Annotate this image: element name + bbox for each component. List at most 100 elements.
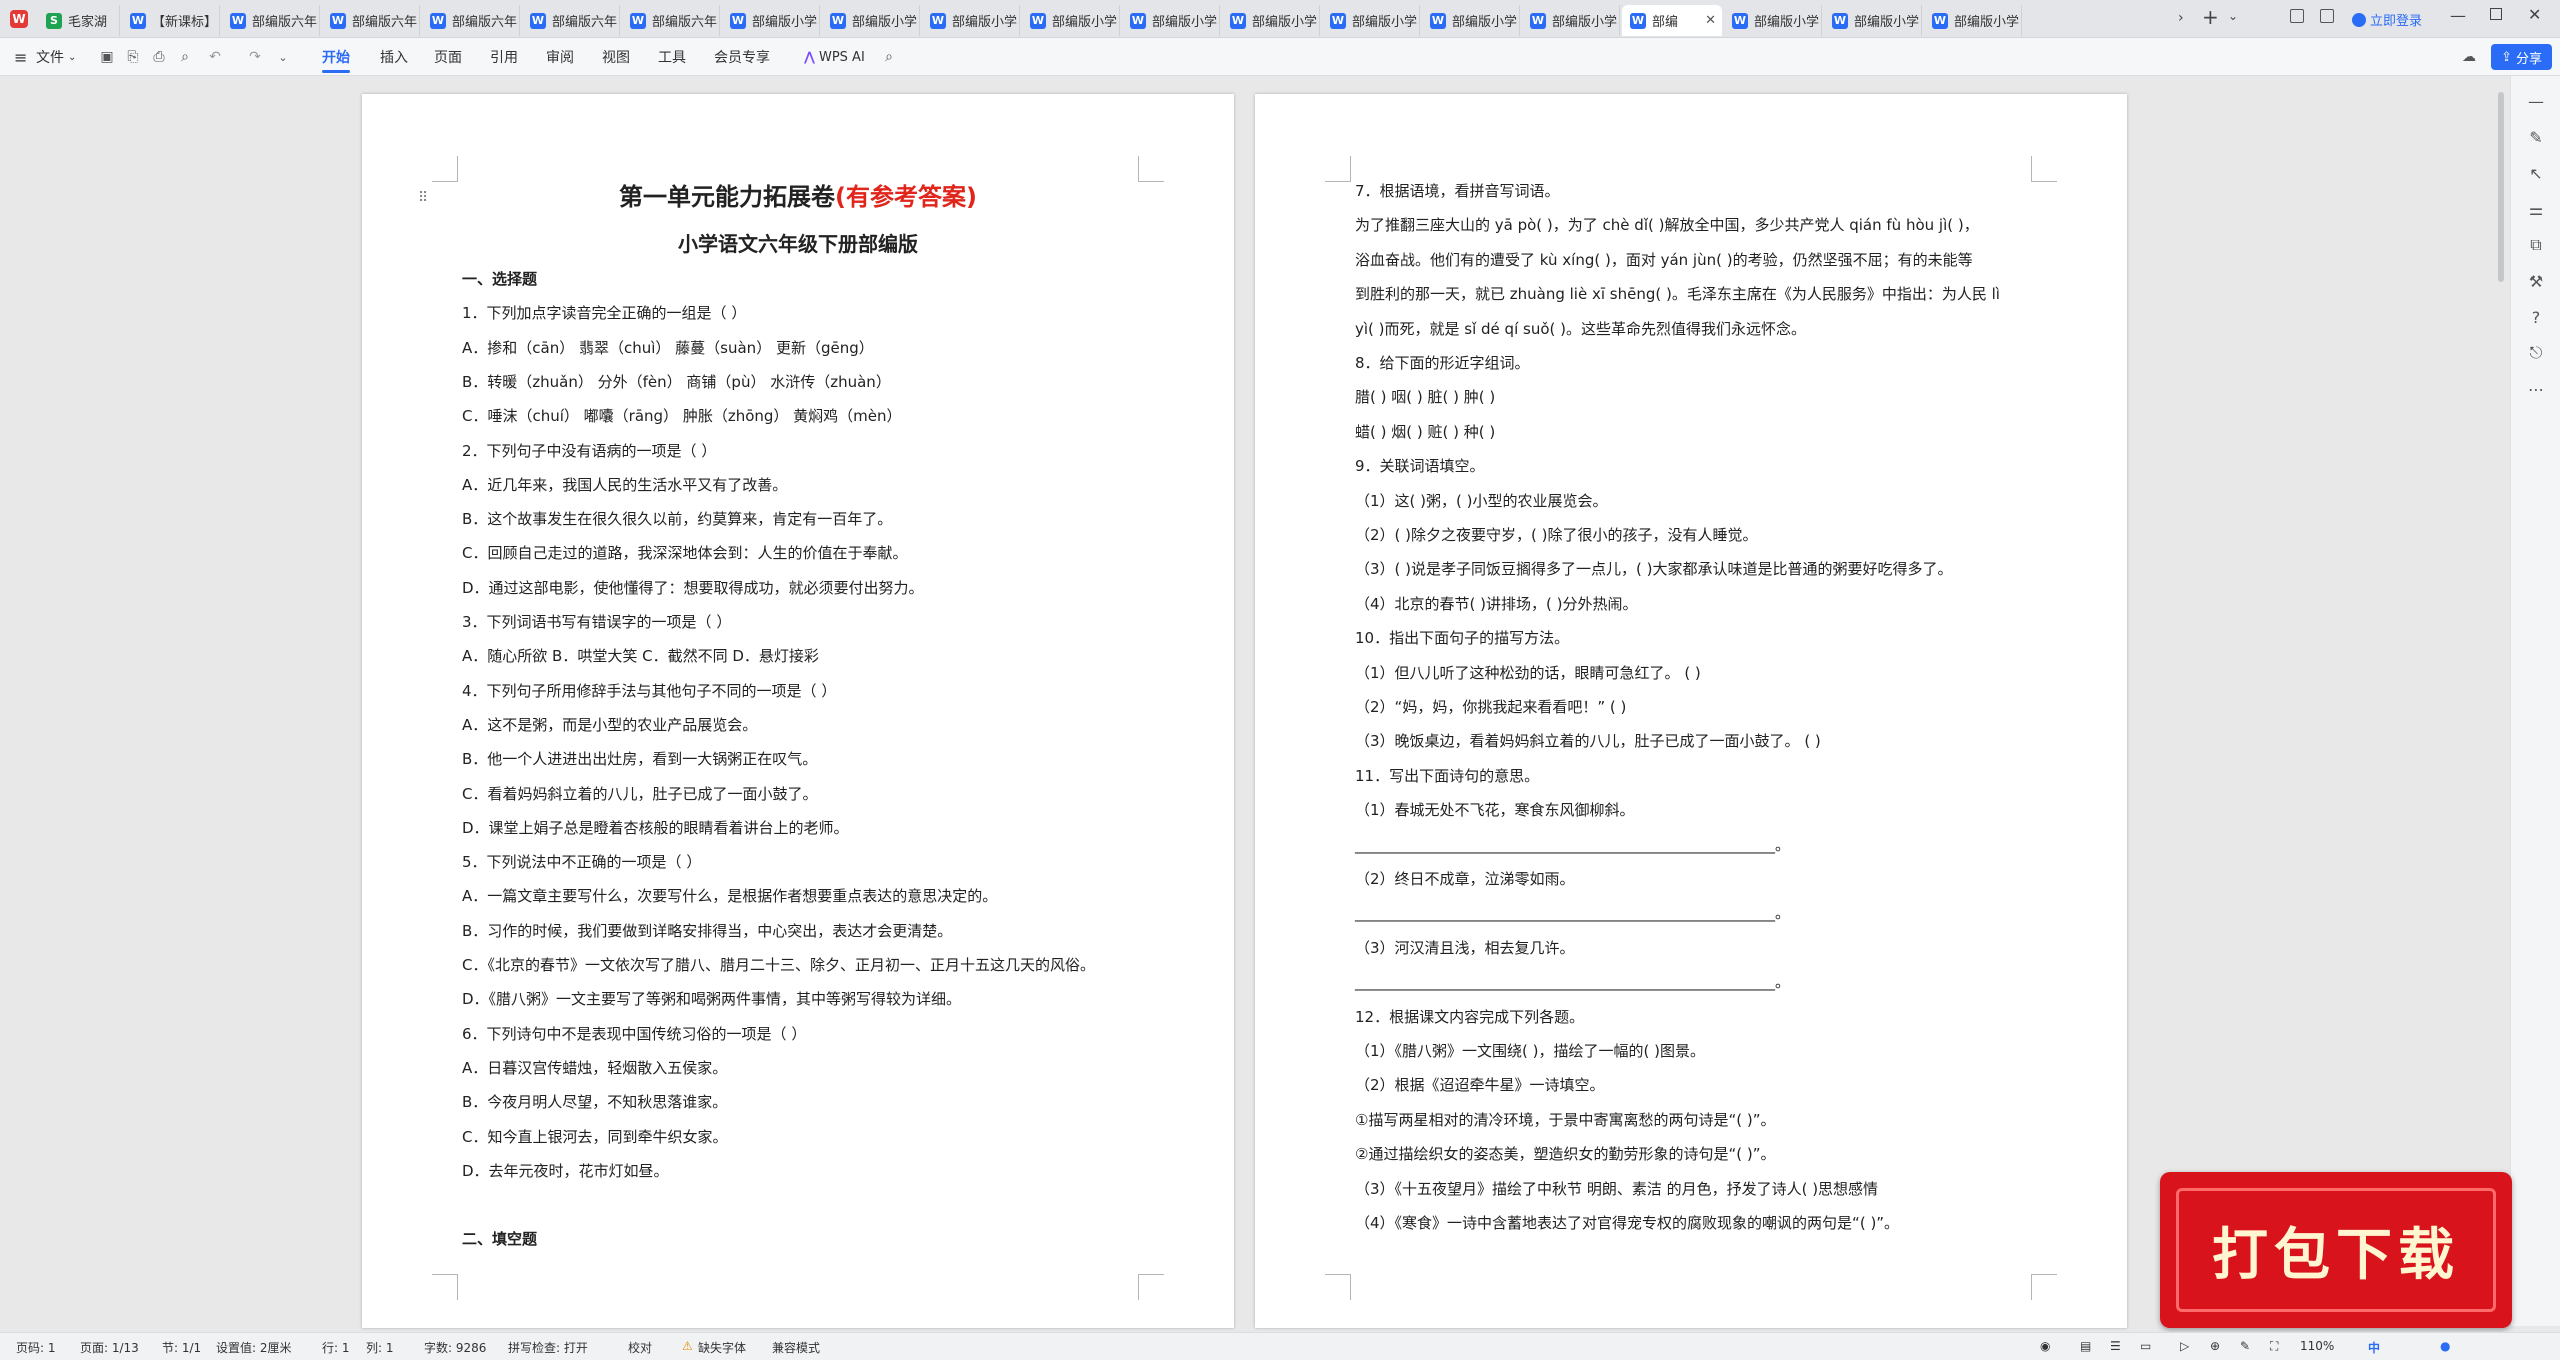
- ribbon-tab[interactable]: 页面: [434, 38, 462, 76]
- tab-document[interactable]: W 部编版小学: [1322, 5, 1420, 36]
- status-page[interactable]: 页码: 1: [16, 1339, 56, 1356]
- tab-label: 部编版六年: [552, 15, 618, 30]
- tab-scroll-right-icon[interactable]: ›: [2178, 10, 2184, 26]
- status-col[interactable]: 列: 1: [366, 1339, 394, 1356]
- tab-document[interactable]: W 部编版小学: [722, 5, 820, 36]
- print-icon[interactable]: ⎙: [150, 48, 168, 66]
- adjust-icon[interactable]: ⚌: [2525, 198, 2547, 220]
- ime-indicator[interactable]: 中: [2368, 1339, 2380, 1356]
- ribbon-tab[interactable]: 视图: [602, 38, 630, 76]
- status-compat[interactable]: 兼容模式: [772, 1339, 820, 1356]
- fit-page-icon[interactable]: ⛶: [2270, 1339, 2278, 1354]
- status-setting[interactable]: 设置值: 2厘米: [216, 1339, 292, 1356]
- question-line: A．这不是粥，而是小型的农业产品展览会。: [462, 715, 758, 734]
- help-icon[interactable]: ?: [2525, 306, 2547, 328]
- status-spellcheck[interactable]: 拼写检查: 打开: [508, 1339, 588, 1356]
- more-chevron-icon[interactable]: ⌄: [274, 48, 292, 66]
- status-words[interactable]: 字数: 9286: [424, 1339, 486, 1356]
- tab-document[interactable]: W 【新课标】: [122, 5, 220, 36]
- minimized-tabs-icon[interactable]: [2320, 9, 2334, 23]
- more-icon[interactable]: ⋯: [2525, 378, 2547, 400]
- tab-document[interactable]: W 部编版六年: [422, 5, 520, 36]
- status-missing-font[interactable]: 缺失字体: [698, 1339, 746, 1356]
- zoom-level[interactable]: 110%: [2300, 1339, 2334, 1353]
- tab-document[interactable]: W 部编版六年: [322, 5, 420, 36]
- tab-label: 部编: [1652, 15, 1679, 30]
- new-tab-button[interactable]: +: [2202, 5, 2219, 29]
- status-proof[interactable]: 校对: [628, 1339, 652, 1356]
- tab-document[interactable]: W 部编版六年: [622, 5, 720, 36]
- select-cursor-icon[interactable]: ↖: [2525, 162, 2547, 184]
- close-tab-icon[interactable]: ✕: [1705, 13, 1716, 28]
- undo-icon[interactable]: ↶: [206, 48, 224, 66]
- page-title[interactable]: 第一单元能力拓展卷(有参考答案): [362, 182, 1234, 212]
- tab-document[interactable]: W 部编 ✕: [1622, 5, 1722, 36]
- redo-icon[interactable]: ↷: [246, 48, 264, 66]
- tab-document[interactable]: W 部编版小学: [1924, 5, 2022, 36]
- tab-label: 部编版小学: [1552, 15, 1618, 30]
- tools-icon[interactable]: ⚒: [2525, 270, 2547, 292]
- tab-label: 部编版小学: [1954, 15, 2020, 30]
- collapse-icon[interactable]: —: [2525, 90, 2547, 112]
- tab-document[interactable]: W 部编版小学: [1122, 5, 1220, 36]
- reading-view-icon[interactable]: ▭: [2140, 1339, 2151, 1353]
- page1-content[interactable]: 一、选择题 1．下列加点字读音完全正确的一组是（ ） A．掺和（cān） 翡翠（ch…: [462, 270, 1162, 1250]
- status-row[interactable]: 行: 1: [322, 1339, 350, 1356]
- microphone-icon[interactable]: ●: [2440, 1339, 2450, 1353]
- translate-icon[interactable]: ⧉: [2525, 234, 2547, 256]
- ribbon-tab[interactable]: 开始: [322, 38, 350, 76]
- status-section[interactable]: 节: 1/1: [162, 1339, 201, 1356]
- page2-content[interactable]: 7．根据语境，看拼音写词语。 为了推翻三座大山的 yā pò( )，为了 chè …: [1355, 182, 2075, 1322]
- wps-logo-icon[interactable]: W: [10, 10, 28, 28]
- page-view-icon[interactable]: ▤: [2080, 1339, 2091, 1353]
- tab-document[interactable]: W 部编版小学: [1824, 5, 1922, 36]
- page-corner-mark: [2031, 156, 2057, 182]
- tab-document[interactable]: W 部编版小学: [822, 5, 920, 36]
- login-link[interactable]: 立即登录: [2352, 10, 2422, 29]
- question-line: 蜡( ) 烟( ) 赃( ) 种( ): [1355, 422, 1496, 441]
- eye-protect-icon[interactable]: ◉: [2040, 1339, 2050, 1353]
- ribbon-toolbar: ≡ 文件 ⌄ ▣ ⎘ ⎙ ⌕ ↶ ↷ ⌄ 开始 插入 页面 引用 审阅 视图 工具 会员专享 ⋀…: [0, 38, 2560, 76]
- write-mode-icon[interactable]: ✎: [2240, 1339, 2250, 1353]
- tab-document[interactable]: S 毛家湖: [38, 5, 120, 36]
- web-view-icon[interactable]: ⊕: [2210, 1339, 2220, 1353]
- window-layout-icon[interactable]: [2290, 9, 2304, 23]
- print-preview-icon[interactable]: ⌕: [176, 48, 194, 66]
- tab-label: 部编版小学: [1252, 15, 1318, 30]
- tab-document[interactable]: W 部编版小学: [1022, 5, 1120, 36]
- share-link-icon[interactable]: ⎋: [2525, 342, 2547, 364]
- tab-document[interactable]: W 部编版六年: [522, 5, 620, 36]
- search-icon[interactable]: ⌕: [880, 48, 898, 66]
- tab-document[interactable]: W 部编版小学: [922, 5, 1020, 36]
- wps-ai-button[interactable]: ⋀ WPS AI: [804, 38, 865, 76]
- tab-document[interactable]: W 部编版小学: [1422, 5, 1520, 36]
- tab-document[interactable]: W 部编版六年: [222, 5, 320, 36]
- status-pages[interactable]: 页面: 1/13: [80, 1339, 139, 1356]
- play-icon[interactable]: ▷: [2180, 1339, 2189, 1353]
- file-menu[interactable]: 文件 ⌄: [36, 38, 76, 76]
- tab-list-chevron-icon[interactable]: ⌄: [2228, 9, 2238, 23]
- close-window-button[interactable]: ✕: [2528, 5, 2541, 24]
- tab-document[interactable]: W 部编版小学: [1522, 5, 1620, 36]
- pdf-export-icon[interactable]: ⎘: [124, 48, 142, 66]
- ribbon-tab[interactable]: 工具: [658, 38, 686, 76]
- question-line: （4）北京的春节( )讲排场，( )分外热闹。: [1355, 594, 1638, 613]
- download-pack-banner[interactable]: 打包下载: [2160, 1172, 2512, 1328]
- share-button[interactable]: ⇪ 分享: [2491, 44, 2552, 70]
- outline-view-icon[interactable]: ☰: [2110, 1339, 2121, 1353]
- save-icon[interactable]: ▣: [98, 48, 116, 66]
- vertical-scrollbar[interactable]: [2498, 92, 2504, 282]
- ribbon-tab[interactable]: 会员专享: [714, 38, 770, 76]
- hamburger-menu-icon[interactable]: ≡: [14, 38, 27, 76]
- tab-document[interactable]: W 部编版小学: [1724, 5, 1822, 36]
- minimize-button[interactable]: —: [2450, 6, 2466, 25]
- ribbon-tab[interactable]: 审阅: [546, 38, 574, 76]
- tab-label: 部编版小学: [952, 15, 1018, 30]
- tab-document[interactable]: W 部编版小学: [1222, 5, 1320, 36]
- ribbon-tab[interactable]: 引用: [490, 38, 518, 76]
- restore-button[interactable]: [2490, 8, 2502, 20]
- cloud-sync-icon[interactable]: ☁: [2460, 48, 2478, 66]
- ribbon-tab[interactable]: 插入: [380, 38, 408, 76]
- question-line: （2）( )除夕之夜要守岁，( )除了很小的孩子，没有人睡觉。: [1355, 526, 1758, 544]
- pen-icon[interactable]: ✎: [2525, 126, 2547, 148]
